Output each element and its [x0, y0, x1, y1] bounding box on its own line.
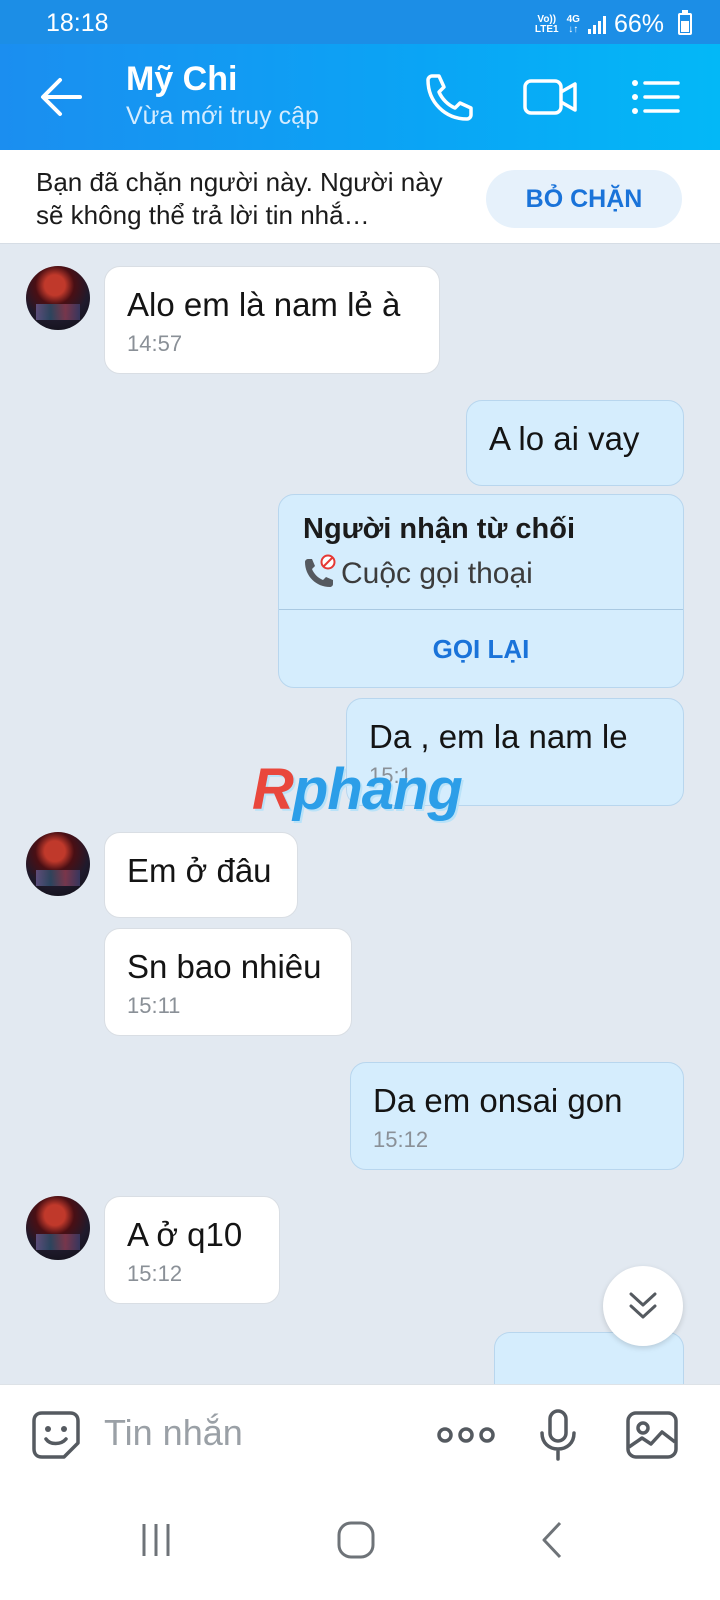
contact-avatar[interactable]: [26, 832, 90, 896]
watermark-logo: Rphang: [252, 757, 463, 822]
contact-name[interactable]: Mỹ Chi: [126, 60, 237, 99]
chevron-left-icon: [542, 1521, 562, 1559]
message-text: Sn bao nhiêu: [127, 948, 322, 985]
double-chevron-down-icon: [629, 1292, 657, 1319]
sticker-button[interactable]: [28, 1407, 84, 1463]
call-status-title: Người nhận từ chối: [303, 513, 576, 545]
message-time: 15:11: [127, 993, 181, 1018]
photo-gallery-button[interactable]: [624, 1407, 680, 1463]
status-indicators: Vo)) LTE1 4G ↓↑ 66%: [535, 10, 664, 39]
message-bubble[interactable]: Alo em là nam lẻ à 14:57: [104, 266, 440, 374]
more-dots-icon: [437, 1427, 495, 1443]
chat-header: Mỹ Chi Vừa mới truy cập: [0, 44, 720, 150]
message-text: Em ở đâu: [127, 852, 272, 889]
message-text: A ở q10: [127, 1216, 243, 1253]
video-call-button[interactable]: [522, 72, 578, 122]
battery-icon: [678, 10, 692, 35]
message-input[interactable]: [104, 1407, 404, 1459]
message-time: 15:12: [127, 1261, 183, 1286]
smiley-sticker-icon: [32, 1411, 80, 1459]
message-time: 15:12: [373, 1127, 429, 1152]
message-bubble[interactable]: Da em onsai gon 15:12: [350, 1062, 684, 1170]
message-text: Alo em là nam lẻ à: [127, 286, 401, 323]
battery-level: 66%: [613, 10, 664, 38]
call-declined-icon: [305, 554, 336, 587]
message-text: Da em onsai gon: [373, 1082, 623, 1119]
signal-icon: [587, 15, 606, 34]
phone-icon: [426, 74, 473, 121]
recent-apps-icon: [142, 1524, 170, 1556]
block-notice-banner: Bạn đã chặn người này. Người này sẽ khôn…: [0, 150, 720, 244]
more-options-button[interactable]: [436, 1407, 495, 1463]
message-bubble[interactable]: Em ở đâu: [104, 832, 298, 918]
arrow-left-icon: [41, 78, 82, 116]
system-navigation-bar: [0, 1480, 720, 1600]
recent-apps-button[interactable]: [126, 1510, 186, 1570]
home-icon: [337, 1521, 375, 1559]
home-button[interactable]: [326, 1510, 386, 1570]
contact-avatar[interactable]: [26, 1196, 90, 1260]
video-camera-icon: [523, 79, 577, 115]
status-time: 18:18: [46, 9, 109, 37]
message-text: A lo ai vay: [489, 420, 640, 457]
call-back-button[interactable]: GỌI LẠI: [279, 609, 683, 689]
block-notice-text: Bạn đã chặn người này. Người này sẽ khôn…: [36, 167, 443, 230]
voice-call-button[interactable]: [420, 72, 476, 122]
network-type: 4G ↓↑: [566, 13, 580, 35]
message-time: 14:57: [127, 331, 183, 356]
options-menu-button[interactable]: [628, 72, 684, 122]
message-bubble[interactable]: A ở q10 15:12: [104, 1196, 280, 1304]
message-bubble[interactable]: A lo ai vay: [466, 400, 684, 486]
list-menu-icon: [632, 80, 680, 114]
call-type-label: Cuộc gọi thoại: [341, 557, 533, 590]
declined-call-card: Người nhận từ chối Cuộc gọi thoại GỌI LẠ…: [278, 494, 684, 688]
back-button[interactable]: [36, 74, 86, 120]
scroll-to-bottom-button[interactable]: [603, 1266, 683, 1346]
system-back-button[interactable]: [522, 1510, 582, 1570]
microphone-icon: [540, 1409, 576, 1461]
contact-avatar[interactable]: [26, 266, 90, 330]
message-list[interactable]: Alo em là nam lẻ à 14:57 A lo ai vay Ngư…: [0, 244, 720, 1384]
contact-status: Vừa mới truy cập: [126, 102, 319, 130]
message-composer: [0, 1384, 720, 1480]
image-gallery-icon: [626, 1411, 678, 1459]
unblock-button[interactable]: BỎ CHẶN: [486, 170, 682, 228]
message-bubble[interactable]: Sn bao nhiêu 15:11: [104, 928, 352, 1036]
volte-indicator: Vo)) LTE1: [534, 13, 559, 35]
voice-message-button[interactable]: [530, 1407, 586, 1463]
status-bar: 18:18 Vo)) LTE1 4G ↓↑ 66%: [0, 0, 720, 44]
message-text: Da , em la nam le: [369, 718, 628, 755]
